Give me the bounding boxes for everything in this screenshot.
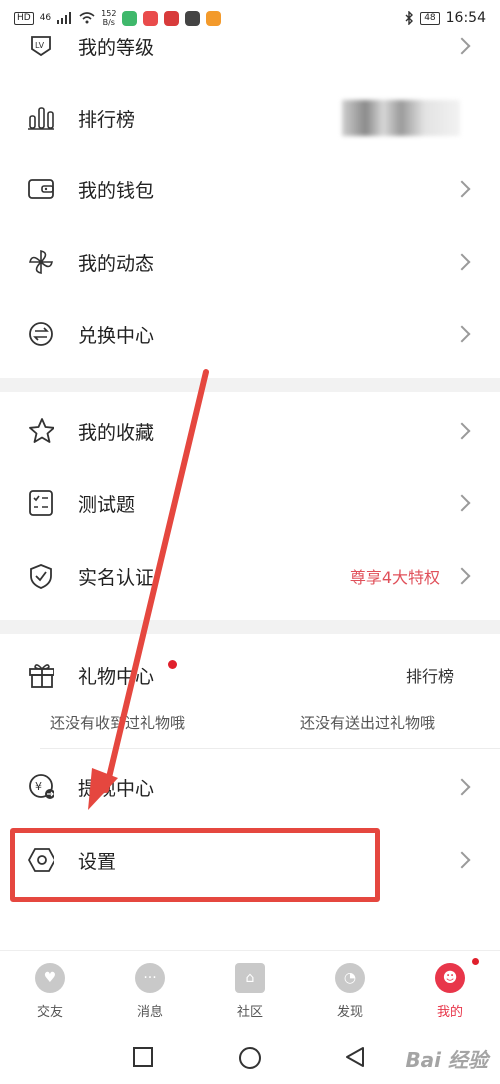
chevron-right-icon	[453, 180, 471, 198]
hd-indicator: HD	[14, 11, 34, 25]
menu-label: 测试题	[78, 493, 136, 516]
signal-bars-icon	[57, 12, 72, 24]
menu-label: 我的钱包	[78, 179, 155, 202]
menu-row-withdraw[interactable]: ¥ 提现中心	[0, 758, 500, 816]
battery-indicator: 48	[420, 11, 440, 25]
chevron-right-icon	[453, 37, 471, 55]
nav-item-messages[interactable]: ··· 消息	[120, 963, 180, 1020]
gift-icon	[28, 662, 54, 688]
app-notification-icon	[122, 10, 138, 26]
checklist-icon	[28, 490, 54, 516]
status-right: 48 16:54	[404, 10, 486, 26]
pinwheel-icon	[28, 249, 54, 275]
signal-indicator: 46	[39, 13, 52, 23]
circle-home-icon[interactable]	[238, 1046, 262, 1070]
section-divider	[0, 378, 500, 392]
menu-row-level[interactable]: LV 我的等级	[0, 26, 500, 66]
bluetooth-icon	[405, 11, 414, 25]
menu-label: 我的收藏	[78, 421, 155, 444]
menu-label: 我的等级	[78, 36, 155, 59]
nav-label: 发现	[336, 1005, 363, 1020]
chevron-right-icon	[453, 567, 471, 585]
app-notification-icon	[164, 10, 180, 26]
app-notification-icon	[185, 10, 201, 26]
heart-icon: ♥	[35, 963, 65, 993]
app-notification-icon	[143, 10, 159, 26]
menu-row-exchange[interactable]: 兑换中心	[0, 305, 500, 363]
net-speed-value: 152	[101, 9, 117, 18]
nav-label: 交友	[36, 1005, 63, 1020]
menu-row-quiz[interactable]: 测试题	[0, 474, 500, 532]
app-notification-icon	[206, 10, 222, 26]
blurred-avatars	[342, 100, 460, 136]
settings-highlight-box	[10, 828, 380, 902]
chevron-right-icon	[453, 778, 471, 796]
chat-bubble-icon: ···	[135, 963, 165, 993]
nav-item-discover[interactable]: ◔ 发现	[320, 963, 380, 1020]
chevron-right-icon	[453, 325, 471, 343]
menu-label: 兑换中心	[78, 324, 155, 347]
watermark-text: Bai 经验	[405, 1048, 488, 1072]
discover-icon: ◔	[335, 963, 365, 993]
svg-text:¥: ¥	[35, 780, 42, 793]
status-left: HD 46 152 B/s	[14, 9, 222, 27]
menu-row-wallet[interactable]: 我的钱包	[0, 160, 500, 218]
chevron-right-icon	[453, 253, 471, 271]
chevron-right-icon	[453, 494, 471, 512]
svg-text:LV: LV	[35, 41, 45, 50]
yen-coin-icon: ¥	[28, 774, 54, 800]
chevron-right-icon	[453, 422, 471, 440]
bottom-nav: ♥ 交友 ··· 消息 ⌂ 社区 ◔ 发现 ☻ 我的	[0, 950, 500, 1030]
gift-ranking-link[interactable]: 排行榜	[406, 663, 454, 687]
menu-row-favorites[interactable]: 我的收藏	[0, 402, 500, 460]
menu-label: 礼物中心	[78, 665, 155, 688]
menu-row-moments[interactable]: 我的动态	[0, 233, 500, 291]
notification-dot	[168, 660, 177, 669]
nav-label: 我的	[436, 1005, 463, 1020]
wallet-icon	[28, 176, 54, 202]
square-recents-icon[interactable]	[132, 1046, 154, 1068]
menu-label: 提现中心	[78, 777, 155, 800]
net-speed: 152 B/s	[101, 9, 116, 27]
profile-face-icon: ☻	[435, 963, 465, 993]
home-icon: ⌂	[235, 963, 265, 993]
row-divider	[40, 748, 500, 749]
star-icon	[28, 418, 54, 444]
nav-label: 消息	[136, 1005, 163, 1020]
exchange-icon	[28, 321, 54, 347]
nav-item-community[interactable]: ⌂ 社区	[220, 963, 280, 1020]
shield-check-icon	[28, 563, 54, 589]
menu-row-gift-center[interactable]: 礼物中心 排行榜	[0, 646, 500, 704]
bar-chart-icon	[28, 105, 54, 131]
nav-label: 社区	[236, 1005, 263, 1020]
menu-row-realname[interactable]: 实名认证 尊享4大特权	[0, 547, 500, 605]
menu-label: 实名认证	[78, 566, 155, 589]
menu-label: 排行榜	[78, 108, 136, 131]
privilege-text: 尊享4大特权	[349, 568, 440, 587]
nav-item-friends[interactable]: ♥ 交友	[20, 963, 80, 1020]
menu-label: 我的动态	[78, 252, 155, 275]
notification-dot	[472, 958, 479, 965]
chevron-right-icon	[453, 851, 471, 869]
level-badge-icon: LV	[28, 33, 54, 59]
gift-received-empty: 还没有收到过礼物哦	[50, 714, 186, 732]
gift-sent-empty: 还没有送出过礼物哦	[300, 714, 436, 732]
wifi-icon	[79, 12, 95, 24]
nav-item-mine[interactable]: ☻ 我的	[420, 963, 480, 1020]
triangle-back-icon[interactable]	[344, 1046, 366, 1068]
section-divider	[0, 620, 500, 634]
clock: 16:54	[445, 10, 486, 26]
